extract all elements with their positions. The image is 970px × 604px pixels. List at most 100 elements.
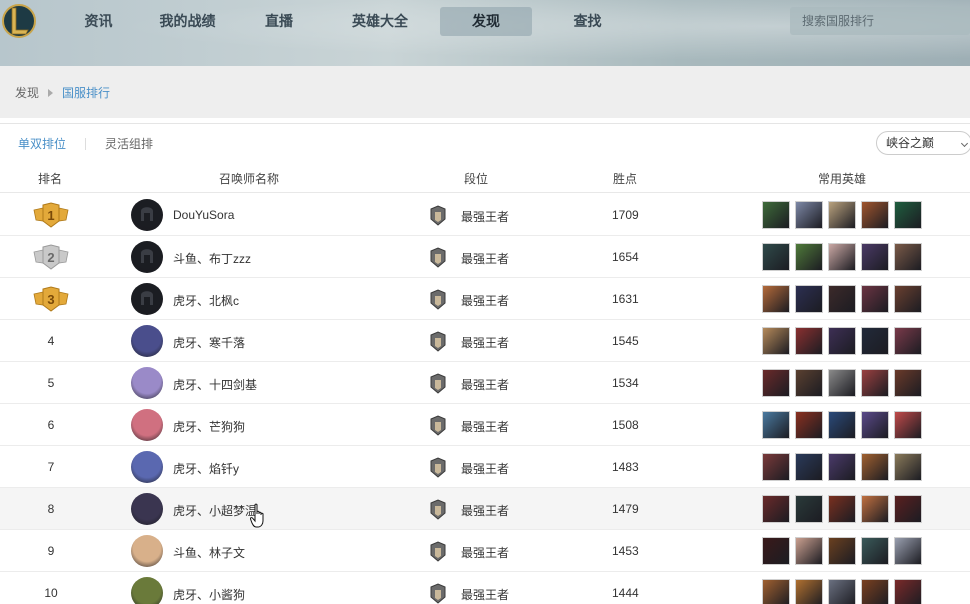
- summoner-name[interactable]: 斗鱼、布丁zzz: [173, 250, 251, 267]
- common-champions: [762, 411, 927, 439]
- map-select[interactable]: 峡谷之巅: [876, 131, 970, 155]
- champion-icon[interactable]: [795, 495, 823, 523]
- champion-icon[interactable]: [894, 453, 922, 481]
- header-common-champions: 常用英雄: [818, 172, 867, 186]
- summoner-name[interactable]: 虎牙、芒狗狗: [173, 418, 245, 435]
- champion-icon[interactable]: [828, 453, 856, 481]
- champion-icon[interactable]: [762, 411, 790, 439]
- champion-icon[interactable]: [795, 411, 823, 439]
- champion-icon[interactable]: [861, 243, 889, 271]
- champion-icon[interactable]: [894, 327, 922, 355]
- lol-logo-icon[interactable]: [2, 2, 36, 40]
- rank-medal-icon: 3: [33, 286, 69, 312]
- champion-icon[interactable]: [762, 495, 790, 523]
- champion-icon[interactable]: [861, 579, 889, 604]
- table-row[interactable]: 3 虎牙、北枫c 最强王者 1631: [0, 278, 970, 320]
- champion-icon[interactable]: [861, 453, 889, 481]
- table-row[interactable]: 2 斗鱼、布丁zzz 最强王者 1654: [0, 236, 970, 278]
- avatar[interactable]: [131, 535, 163, 567]
- avatar[interactable]: [131, 283, 163, 315]
- avatar[interactable]: [131, 241, 163, 273]
- champion-icon[interactable]: [861, 495, 889, 523]
- champion-icon[interactable]: [894, 579, 922, 604]
- champion-icon[interactable]: [861, 327, 889, 355]
- avatar[interactable]: [131, 367, 163, 399]
- champion-icon[interactable]: [762, 327, 790, 355]
- summoner-name[interactable]: 虎牙、焰钎y: [173, 460, 239, 477]
- nav-item-live[interactable]: 直播: [238, 7, 320, 36]
- summoner-name[interactable]: DouYuSora: [173, 208, 234, 222]
- avatar[interactable]: [131, 199, 163, 231]
- champion-icon[interactable]: [828, 243, 856, 271]
- champion-icon[interactable]: [861, 201, 889, 229]
- breadcrumb-root[interactable]: 发现: [15, 84, 39, 101]
- league-points: 1444: [612, 586, 639, 600]
- champion-icon[interactable]: [828, 285, 856, 313]
- champion-icon[interactable]: [894, 243, 922, 271]
- table-row[interactable]: 5 虎牙、十四剑基 最强王者 1534: [0, 362, 970, 404]
- champion-icon[interactable]: [762, 201, 790, 229]
- common-champions: [762, 495, 927, 523]
- nav-item-heroes[interactable]: 英雄大全: [320, 7, 440, 36]
- champion-icon[interactable]: [795, 453, 823, 481]
- champion-icon[interactable]: [828, 411, 856, 439]
- summoner-name[interactable]: 虎牙、寒千落: [173, 334, 245, 351]
- avatar[interactable]: [131, 493, 163, 525]
- champion-icon[interactable]: [828, 369, 856, 397]
- champion-icon[interactable]: [795, 285, 823, 313]
- rank-number: 7: [47, 460, 55, 474]
- table-row[interactable]: 9 斗鱼、林子文 最强王者 1453: [0, 530, 970, 572]
- summoner-name[interactable]: 斗鱼、林子文: [173, 544, 245, 561]
- champion-icon[interactable]: [795, 537, 823, 565]
- champion-icon[interactable]: [894, 285, 922, 313]
- champion-icon[interactable]: [828, 327, 856, 355]
- top-header: 资讯 我的战绩 直播 英雄大全 发现 查找: [0, 0, 970, 66]
- champion-icon[interactable]: [762, 537, 790, 565]
- search-input[interactable]: [790, 7, 970, 35]
- table-row[interactable]: 8 虎牙、小超梦温 最强王者 1479: [0, 488, 970, 530]
- table-row[interactable]: 4 虎牙、寒千落 最强王者 1545: [0, 320, 970, 362]
- table-row[interactable]: 6 虎牙、芒狗狗 最强王者 1508: [0, 404, 970, 446]
- champion-icon[interactable]: [762, 285, 790, 313]
- avatar[interactable]: [131, 325, 163, 357]
- champion-icon[interactable]: [861, 369, 889, 397]
- champion-icon[interactable]: [795, 327, 823, 355]
- champion-icon[interactable]: [861, 285, 889, 313]
- table-row[interactable]: 10 虎牙、小酱狗 最强王者 1444: [0, 572, 970, 604]
- table-row[interactable]: 7 虎牙、焰钎y 最强王者 1483: [0, 446, 970, 488]
- champion-icon[interactable]: [828, 495, 856, 523]
- champion-icon[interactable]: [795, 243, 823, 271]
- champion-icon[interactable]: [795, 201, 823, 229]
- nav-item-discover[interactable]: 发现: [440, 7, 532, 36]
- tier-label: 最强王者: [461, 336, 510, 350]
- champion-icon[interactable]: [894, 411, 922, 439]
- nav-item-news[interactable]: 资讯: [60, 7, 137, 36]
- tab-flex[interactable]: 灵活组排: [105, 135, 153, 152]
- table-row[interactable]: 1 DouYuSora 最强王者 1709: [0, 194, 970, 236]
- summoner-name[interactable]: 虎牙、小超梦温: [173, 502, 257, 519]
- champion-icon[interactable]: [762, 453, 790, 481]
- champion-icon[interactable]: [795, 369, 823, 397]
- champion-icon[interactable]: [894, 495, 922, 523]
- champion-icon[interactable]: [894, 537, 922, 565]
- avatar[interactable]: [131, 409, 163, 441]
- summoner-name[interactable]: 虎牙、十四剑基: [173, 376, 257, 393]
- champion-icon[interactable]: [861, 411, 889, 439]
- champion-icon[interactable]: [762, 369, 790, 397]
- champion-icon[interactable]: [762, 579, 790, 604]
- champion-icon[interactable]: [828, 537, 856, 565]
- avatar[interactable]: [131, 451, 163, 483]
- champion-icon[interactable]: [795, 579, 823, 604]
- summoner-name[interactable]: 虎牙、北枫c: [173, 292, 239, 309]
- champion-icon[interactable]: [828, 201, 856, 229]
- avatar[interactable]: [131, 577, 163, 604]
- nav-item-search[interactable]: 查找: [532, 7, 643, 36]
- champion-icon[interactable]: [762, 243, 790, 271]
- champion-icon[interactable]: [894, 369, 922, 397]
- nav-item-my-record[interactable]: 我的战绩: [137, 7, 238, 36]
- tab-solo-duo[interactable]: 单双排位: [18, 135, 66, 152]
- summoner-name[interactable]: 虎牙、小酱狗: [173, 586, 245, 603]
- champion-icon[interactable]: [861, 537, 889, 565]
- champion-icon[interactable]: [894, 201, 922, 229]
- champion-icon[interactable]: [828, 579, 856, 604]
